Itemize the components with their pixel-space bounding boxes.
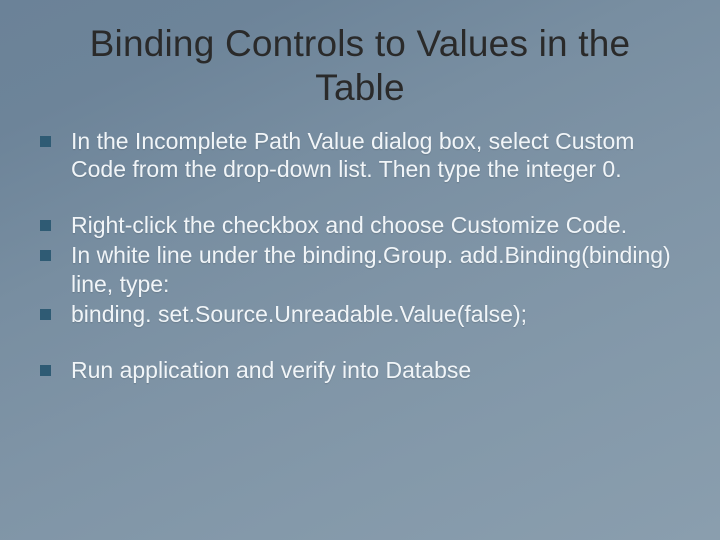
list-item: Right-click the checkbox and choose Cust… <box>38 211 674 239</box>
square-bullet-icon <box>40 220 51 231</box>
list-item-text: binding. set.Source.Unreadable.Value(fal… <box>71 300 674 328</box>
list-item-text: In white line under the binding.Group. a… <box>71 241 674 297</box>
list-item: binding. set.Source.Unreadable.Value(fal… <box>38 300 674 328</box>
list-item-text: Right-click the checkbox and choose Cust… <box>71 211 674 239</box>
list-item: In white line under the binding.Group. a… <box>38 241 674 297</box>
square-bullet-icon <box>40 136 51 147</box>
slide-body: In the Incomplete Path Value dialog box,… <box>0 109 720 383</box>
slide-title: Binding Controls to Values in the Table <box>0 0 720 109</box>
slide: Binding Controls to Values in the Table … <box>0 0 720 540</box>
bullet-group: In the Incomplete Path Value dialog box,… <box>38 127 674 183</box>
bullet-group: Right-click the checkbox and choose Cust… <box>38 211 674 327</box>
square-bullet-icon <box>40 250 51 261</box>
bullet-group: Run application and verify into Databse <box>38 356 674 384</box>
list-item-text: In the Incomplete Path Value dialog box,… <box>71 127 674 183</box>
square-bullet-icon <box>40 365 51 376</box>
list-item-text: Run application and verify into Databse <box>71 356 674 384</box>
list-item: In the Incomplete Path Value dialog box,… <box>38 127 674 183</box>
square-bullet-icon <box>40 309 51 320</box>
list-item: Run application and verify into Databse <box>38 356 674 384</box>
